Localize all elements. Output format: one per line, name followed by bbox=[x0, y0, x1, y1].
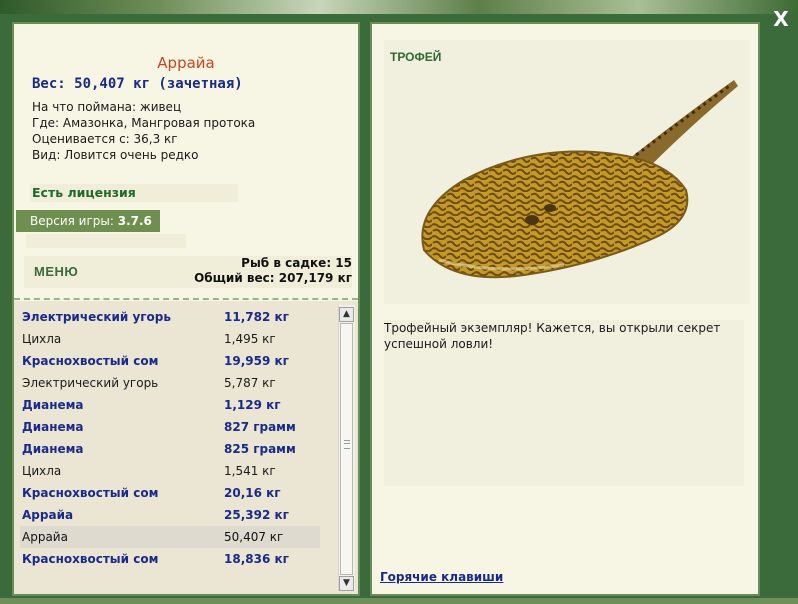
empty-status-bar bbox=[26, 234, 186, 248]
list-item[interactable]: Цихла 1,541 кг bbox=[20, 460, 320, 482]
stingray-image bbox=[421, 80, 738, 279]
list-item[interactable]: Цихла 1,495 кг bbox=[20, 328, 320, 350]
fish-name-cell: Краснохвостый сом bbox=[22, 486, 159, 500]
catch-info-panel: Аррайа Вес: 50,407 кг (зачетная) На что … bbox=[12, 22, 360, 596]
version-value: 3.7.6 bbox=[117, 214, 152, 228]
scroll-up-icon[interactable]: ▲ bbox=[339, 307, 354, 322]
fish-weight-cell: 825 грамм bbox=[224, 442, 296, 456]
fish-name-cell: Краснохвостый сом bbox=[22, 552, 159, 566]
value-info: Оценивается с: 36,3 кг bbox=[32, 132, 178, 146]
list-item[interactable]: Краснохвостый сом 18,836 кг bbox=[20, 548, 320, 570]
menu-button[interactable]: МЕНЮ bbox=[24, 256, 154, 288]
fish-weight-cell: 11,782 кг bbox=[224, 310, 289, 324]
fish-weight-cell: 827 грамм bbox=[224, 420, 296, 434]
background-strip bbox=[0, 0, 798, 14]
fish-weight-cell: 18,836 кг bbox=[224, 552, 289, 566]
list-item[interactable]: Краснохвостый сом 19,959 кг bbox=[20, 350, 320, 372]
trophy-image-box: ТРОФЕЙ bbox=[384, 40, 750, 304]
scroll-thumb[interactable] bbox=[340, 323, 353, 575]
fish-name-cell: Дианема bbox=[22, 442, 84, 456]
fish-weight-cell: 1,129 кг bbox=[224, 398, 281, 412]
list-item[interactable]: Аррайа 25,392 кг bbox=[20, 504, 320, 526]
fish-weight-cell: 1,495 кг bbox=[224, 332, 276, 346]
list-item[interactable]: Краснохвостый сом 20,16 кг bbox=[20, 482, 320, 504]
fish-weight-cell: 1,541 кг bbox=[224, 464, 276, 478]
fish-weight-cell: 19,959 кг bbox=[224, 354, 289, 368]
fish-name-cell: Краснохвостый сом bbox=[22, 354, 159, 368]
hotkeys-link[interactable]: Горячие клавиши bbox=[380, 570, 503, 584]
fish-name-cell: Аррайа bbox=[22, 530, 68, 544]
fish-weight-cell: 50,407 кг bbox=[224, 530, 284, 544]
scrollbar[interactable]: ▲ ▼ bbox=[338, 305, 355, 591]
fish-name-cell: Дианема bbox=[22, 398, 84, 412]
trophy-description: Трофейный экземпляр! Кажется, вы открыли… bbox=[384, 320, 744, 486]
background-strip-bottom bbox=[0, 598, 798, 604]
list-item[interactable]: Электрический угорь 5,787 кг bbox=[20, 372, 320, 394]
license-status: Есть лицензия bbox=[30, 184, 238, 202]
grip-icon bbox=[344, 440, 350, 449]
list-item[interactable]: Дианема 827 грамм bbox=[20, 416, 320, 438]
fish-weight: Вес: 50,407 кг (зачетная) bbox=[32, 76, 243, 92]
close-icon[interactable]: X bbox=[770, 8, 792, 30]
list-item[interactable]: Дианема 825 грамм bbox=[20, 438, 320, 460]
fish-name-cell: Электрический угорь bbox=[22, 310, 171, 324]
fish-name: Аррайа bbox=[157, 54, 215, 72]
keepnet-count: Рыб в садке: 15 bbox=[241, 256, 352, 270]
fish-name-cell: Цихла bbox=[22, 332, 62, 346]
catch-list: Электрический угорь 11,782 кг Цихла 1,495 к… bbox=[14, 301, 358, 594]
keepnet-total-weight: Общий вес: 207,179 кг bbox=[194, 271, 352, 285]
fish-name-cell: Дианема bbox=[22, 420, 84, 434]
keepnet-stats: Рыб в садке: 15 Общий вес: 207,179 кг bbox=[152, 256, 352, 288]
list-item[interactable]: Аррайа 50,407 кг bbox=[20, 526, 320, 548]
fish-weight-cell: 25,392 кг bbox=[224, 508, 289, 522]
game-version: Версия игры: 3.7.6 bbox=[16, 210, 160, 232]
scroll-down-icon[interactable]: ▼ bbox=[339, 576, 354, 591]
fish-name-cell: Аррайа bbox=[22, 508, 74, 522]
location-info: Где: Амазонка, Мангровая протока bbox=[32, 116, 256, 130]
fish-weight-cell: 20,16 кг bbox=[224, 486, 281, 500]
list-item[interactable]: Дианема 1,129 кг bbox=[20, 394, 320, 416]
fish-name-cell: Цихла bbox=[22, 464, 62, 478]
bait-info: На что поймана: живец bbox=[32, 100, 182, 114]
rarity-info: Вид: Ловится очень редко bbox=[32, 148, 199, 162]
fish-name-cell: Электрический угорь bbox=[22, 376, 159, 390]
version-label: Версия игры: bbox=[30, 214, 114, 228]
fish-weight-cell: 5,787 кг bbox=[224, 376, 276, 390]
list-item[interactable]: Электрический угорь 11,782 кг bbox=[20, 306, 320, 328]
trophy-panel: ТРОФЕЙ Трофейный экземпляр! Кажется, вы … bbox=[370, 22, 760, 596]
divider bbox=[14, 298, 358, 300]
